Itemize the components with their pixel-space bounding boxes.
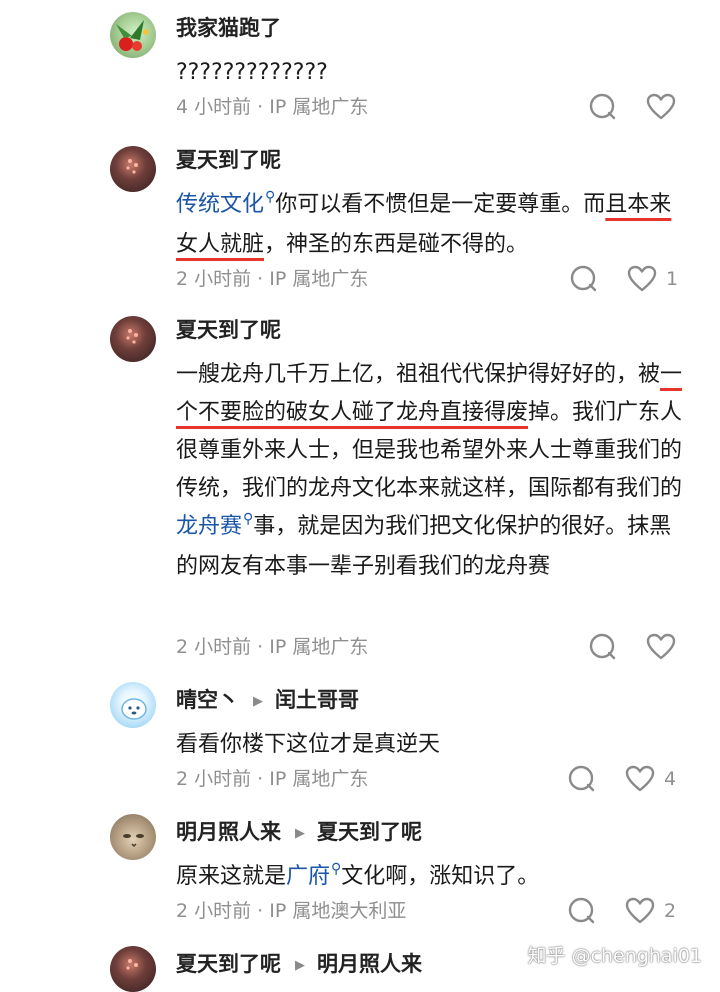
comment-meta: 2 小时前 · IP 属地广东 (176, 268, 369, 290)
heart-icon[interactable] (645, 91, 677, 123)
comment-bubble-icon[interactable] (568, 263, 600, 295)
like-count: 2 (664, 900, 677, 922)
avatar[interactable] (110, 814, 156, 860)
heart-icon[interactable] (645, 631, 677, 663)
avatar-image (126, 159, 138, 174)
avatar[interactable] (110, 316, 156, 362)
reply-target-name[interactable]: 夏天到了呢 (317, 820, 422, 844)
avatar-image (123, 834, 144, 848)
comment-meta: 2 小时前 · IP 属地澳大利亚 (176, 900, 407, 922)
author-name[interactable]: 夏天到了呢 (176, 316, 281, 344)
topic-link[interactable]: 广府 (286, 864, 330, 889)
reply-arrow-icon: ▶ (295, 826, 305, 841)
author-name[interactable]: 我家猫跑了 (176, 14, 281, 42)
comment-text: 看看你楼下这位才是真逆天 (176, 732, 441, 757)
heart-icon[interactable] (624, 763, 656, 795)
comment-text: 传统文化⚲你可以看不惯但是一定要尊重。而且本来女人就脏，神圣的东西是碰不得的。 (176, 189, 672, 257)
avatar[interactable] (110, 946, 156, 992)
comment-bubble-icon[interactable] (566, 895, 598, 927)
reply-target-name[interactable]: 明月照人来 (317, 952, 422, 976)
author-name[interactable]: 明月照人来 ▶ 夏天到了呢 (176, 818, 422, 850)
author-name[interactable]: 夏天到了呢 ▶ 明月照人来 (176, 950, 422, 982)
reply-target-name[interactable]: 闰土哥哥 (275, 688, 359, 712)
like-count: 4 (664, 768, 677, 790)
watermark: 知乎 @chenghai01 (527, 945, 702, 967)
avatar-image (121, 698, 147, 720)
like-count: 1 (666, 268, 679, 290)
comment-text: ????????????? (176, 60, 328, 85)
avatar-image (116, 20, 149, 51)
comment-bubble-icon[interactable] (566, 763, 598, 795)
author-name[interactable]: 晴空丶 ▶ 闰土哥哥 (176, 686, 359, 718)
search-icon: ⚲ (331, 861, 342, 877)
comment-bubble-icon[interactable] (587, 91, 619, 123)
author-name[interactable]: 夏天到了呢 (176, 146, 281, 174)
heart-icon[interactable] (624, 895, 656, 927)
comment-meta: 4 小时前 · IP 属地广东 (176, 96, 369, 118)
comment-bubble-icon[interactable] (587, 631, 619, 663)
heart-icon[interactable] (626, 263, 658, 295)
comment-meta: 2 小时前 · IP 属地广东 (176, 636, 369, 658)
avatar[interactable] (110, 12, 156, 58)
avatar[interactable] (110, 682, 156, 728)
search-icon: ⚲ (243, 511, 254, 527)
comment-text: 原来这就是广府⚲文化啊，涨知识了。 (176, 861, 540, 889)
comment-text: 一艘龙舟几千万上亿，祖祖代代保护得好好的，被一个不要脸的破女人碰了龙舟直接得废掉… (176, 362, 683, 579)
avatar-image (126, 329, 138, 344)
topic-link[interactable]: 龙舟赛 (176, 514, 242, 539)
comment-meta: 2 小时前 · IP 属地广东 (176, 768, 369, 790)
reply-arrow-icon: ▶ (253, 694, 263, 709)
avatar-image (126, 959, 138, 970)
avatar[interactable] (110, 146, 156, 192)
search-icon: ⚲ (265, 189, 276, 205)
topic-link[interactable]: 传统文化 (176, 192, 264, 217)
reply-arrow-icon: ▶ (295, 958, 305, 973)
